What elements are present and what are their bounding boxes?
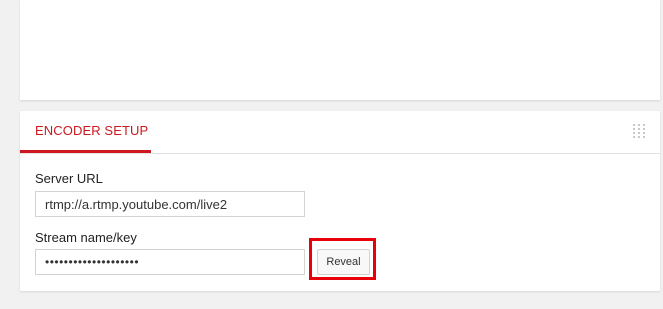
drag-handle-icon[interactable] [633,124,645,138]
server-url-field[interactable] [35,191,305,217]
reveal-button[interactable]: Reveal [317,249,370,275]
card-title: ENCODER SETUP [35,123,149,138]
top-panel-card [20,0,660,100]
stream-key-field[interactable] [35,249,305,275]
title-underline [20,150,151,153]
card-header: ENCODER SETUP [20,111,660,154]
stream-key-label: Stream name/key [35,230,137,245]
encoder-setup-card: ENCODER SETUP Server URL Stream name/key… [20,111,660,291]
server-url-label: Server URL [35,171,103,186]
